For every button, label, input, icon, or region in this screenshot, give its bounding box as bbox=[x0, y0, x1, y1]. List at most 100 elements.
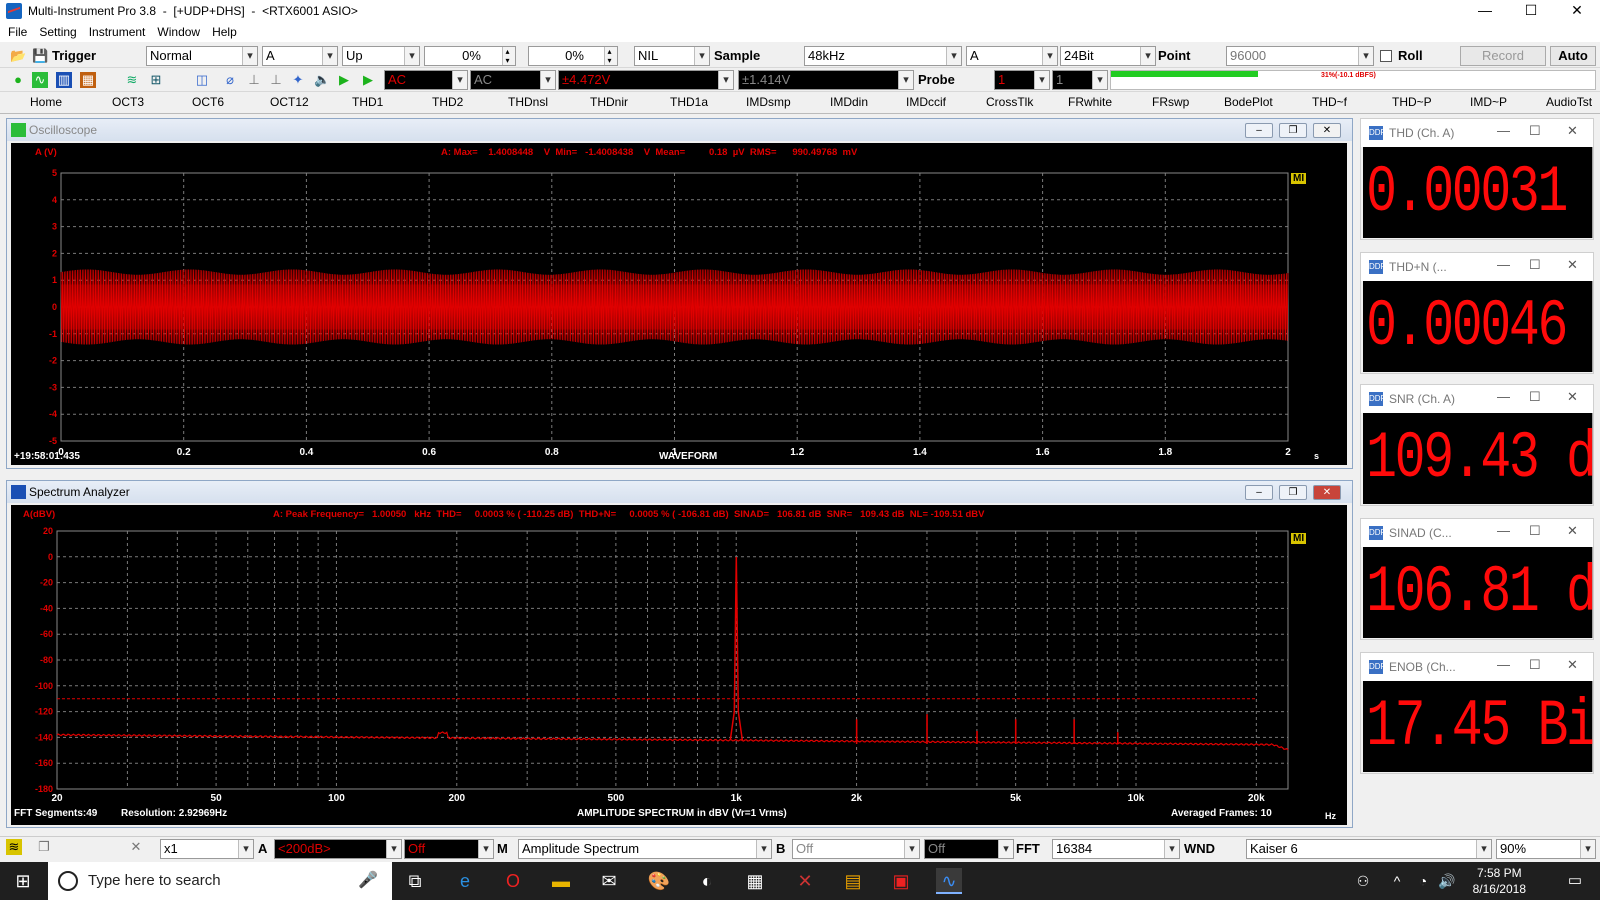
spectrum-minimize-button[interactable]: – bbox=[1245, 485, 1273, 500]
off-a-select[interactable]: Off bbox=[404, 839, 494, 859]
tab-imdsmp[interactable]: IMDsmp bbox=[746, 95, 791, 109]
signal-generator-icon[interactable]: ≋ bbox=[124, 72, 140, 88]
tab-oct6[interactable]: OCT6 bbox=[192, 95, 224, 109]
label-a-icon[interactable]: ⊥ bbox=[246, 72, 262, 88]
trigger-delay-stepper[interactable]: 0% bbox=[528, 46, 618, 66]
tab-thdnsl[interactable]: THDnsl bbox=[508, 95, 548, 109]
ddp-icon[interactable]: ◫ bbox=[194, 72, 210, 88]
oscilloscope-graph[interactable]: 543210-1-2-3-4-50 0.2 0.4 0.6 0.8 1 1.2 1.4 1.6 1… bbox=[11, 143, 1347, 465]
meter-maximize-button[interactable]: ☐ bbox=[1529, 389, 1541, 405]
tab-thd2[interactable]: THD2 bbox=[432, 95, 463, 109]
meter-maximize-button[interactable]: ☐ bbox=[1529, 257, 1541, 273]
trigger-mode-select[interactable]: Normal bbox=[146, 46, 258, 66]
tab-imddin[interactable]: IMDdin bbox=[830, 95, 868, 109]
spectrum-graph[interactable]: 200-20-40-60-80-100-120-140-160-18020 50 1… bbox=[11, 505, 1347, 825]
points-select[interactable]: 96000 bbox=[1226, 46, 1374, 66]
tab-imdccif[interactable]: IMDccif bbox=[906, 95, 946, 109]
probe-b-select[interactable]: 1 bbox=[1052, 70, 1108, 90]
trigger-edge-select[interactable]: Up bbox=[342, 46, 420, 66]
calculator-icon[interactable]: ▦ bbox=[742, 868, 768, 894]
overlap-select[interactable]: 90% bbox=[1496, 839, 1596, 859]
archive-icon[interactable]: ▤ bbox=[840, 868, 866, 894]
record-button[interactable]: Record bbox=[1460, 46, 1546, 66]
tab-thdnir[interactable]: THDnir bbox=[590, 95, 628, 109]
tab-thd1a[interactable]: THD1a bbox=[670, 95, 708, 109]
task-view-icon[interactable]: ⧉ bbox=[402, 868, 428, 894]
coupling-b-select[interactable]: AC bbox=[470, 70, 556, 90]
paint-icon[interactable]: 🎨 bbox=[646, 868, 672, 894]
meter-close-button[interactable]: ✕ bbox=[1567, 257, 1578, 273]
oscilloscope-close-button[interactable]: ✕ bbox=[1313, 123, 1341, 138]
meter-minimize-button[interactable]: — bbox=[1497, 389, 1510, 404]
tab-audiotst[interactable]: AudioTst bbox=[1546, 95, 1592, 109]
trigger-level-stepper[interactable]: 0% bbox=[424, 46, 516, 66]
meter-minimize-button[interactable]: — bbox=[1497, 257, 1510, 272]
meter-minimize-button[interactable]: — bbox=[1497, 657, 1510, 672]
menu-file[interactable]: File bbox=[8, 25, 27, 39]
tab-frswp[interactable]: FRswp bbox=[1152, 95, 1189, 109]
close-button[interactable]: ✕ bbox=[1554, 0, 1600, 22]
run-icon[interactable]: ▶ bbox=[336, 72, 352, 88]
meter-maximize-button[interactable]: ☐ bbox=[1529, 123, 1541, 139]
tab-crosstlk[interactable]: CrossTlk bbox=[986, 95, 1033, 109]
tab-thdp[interactable]: THD~P bbox=[1392, 95, 1432, 109]
meter-minimize-button[interactable]: — bbox=[1497, 123, 1510, 138]
tab-thd1[interactable]: THD1 bbox=[352, 95, 383, 109]
range-a-db-select[interactable]: <200dB> bbox=[274, 839, 402, 859]
zoom-select[interactable]: x1 bbox=[160, 839, 254, 859]
notifications-icon[interactable]: ▭ bbox=[1562, 868, 1588, 894]
people-icon[interactable]: ⚇ bbox=[1350, 868, 1376, 894]
signal-icon[interactable]: ≋ bbox=[6, 839, 22, 855]
spectrum-restore-button[interactable]: ❐ bbox=[1279, 485, 1307, 500]
oscilloscope-plot[interactable]: 5 4 3 2 1 0 -1 -2 -3 -4 -5 0 0.2 0.4 0.6 0.8 1 1.2 1.4 1.6 1… bbox=[11, 143, 1347, 465]
tab-frwhite[interactable]: FRwhite bbox=[1068, 95, 1112, 109]
off-c-select[interactable]: Off bbox=[924, 839, 1014, 859]
sample-rate-select[interactable]: 48kHz bbox=[804, 46, 962, 66]
oscilloscope-restore-button[interactable]: ❐ bbox=[1279, 123, 1307, 138]
bits-select[interactable]: 24Bit bbox=[1060, 46, 1156, 66]
mail-icon[interactable]: ✉ bbox=[596, 868, 622, 894]
tab-thdf[interactable]: THD~f bbox=[1312, 95, 1347, 109]
app-icon[interactable]: ◐ bbox=[694, 868, 720, 894]
app-red-icon[interactable]: ✕ bbox=[792, 868, 818, 894]
meter-close-button[interactable]: ✕ bbox=[1567, 123, 1578, 139]
windows-start-icon[interactable]: ⊞ bbox=[10, 868, 36, 894]
menu-help[interactable]: Help bbox=[212, 25, 237, 39]
meter-minimize-button[interactable]: — bbox=[1497, 523, 1510, 538]
fft-size-select[interactable]: 16384 bbox=[1052, 839, 1180, 859]
spectrum-3d-icon[interactable]: ▦ bbox=[80, 72, 96, 88]
spectrum-plot[interactable]: 20 0 -20 -40 -60 -80 -100 -120 -140 -160 -180 20 50 1… bbox=[11, 505, 1347, 825]
range-a-select[interactable]: ±4.472V bbox=[558, 70, 734, 90]
off-b-select[interactable]: Off bbox=[792, 839, 920, 859]
spectrum-analyzer-icon[interactable]: ▥ bbox=[56, 72, 72, 88]
roll-checkbox[interactable] bbox=[1380, 50, 1392, 62]
trigger-channel-select[interactable]: A bbox=[262, 46, 338, 66]
oscilloscope-icon[interactable]: ∿ bbox=[32, 72, 48, 88]
output-icon[interactable]: ⊞ bbox=[148, 72, 164, 88]
label-b-icon[interactable]: ⊥ bbox=[268, 72, 284, 88]
meter-maximize-button[interactable]: ☐ bbox=[1529, 523, 1541, 539]
maximize-button[interactable]: ☐ bbox=[1508, 0, 1554, 22]
speaker-icon[interactable]: 🔈 bbox=[314, 72, 330, 88]
opera-icon[interactable]: O bbox=[500, 868, 526, 894]
run-once-icon[interactable]: ▶ bbox=[360, 72, 376, 88]
meter-close-button[interactable]: ✕ bbox=[1567, 389, 1578, 405]
pdf-icon[interactable]: ▣ bbox=[888, 868, 914, 894]
file-explorer-icon[interactable]: ▬ bbox=[548, 868, 574, 894]
meter-close-button[interactable]: ✕ bbox=[1567, 657, 1578, 673]
menu-setting[interactable]: Setting bbox=[39, 25, 76, 39]
tools-icon[interactable]: ✦ bbox=[290, 72, 306, 88]
tab-home[interactable]: Home bbox=[30, 95, 62, 109]
calibrate-icon[interactable]: ⌀ bbox=[222, 72, 238, 88]
menu-window[interactable]: Window bbox=[157, 25, 200, 39]
tab-oct12[interactable]: OCT12 bbox=[270, 95, 309, 109]
minimize-button[interactable]: — bbox=[1462, 0, 1508, 22]
clock[interactable]: 7:58 PM 8/16/2018 bbox=[1473, 865, 1526, 897]
multi-instrument-taskbar-icon[interactable]: ∿ bbox=[936, 868, 962, 894]
channel-select[interactable]: A bbox=[966, 46, 1058, 66]
tab-bodeplot[interactable]: BodePlot bbox=[1224, 95, 1273, 109]
tab-imdp[interactable]: IMD~P bbox=[1470, 95, 1507, 109]
auto-button[interactable]: Auto bbox=[1550, 46, 1596, 66]
close-panel-icon[interactable]: ✕ bbox=[128, 839, 144, 855]
nil-select[interactable]: NIL bbox=[634, 46, 710, 66]
